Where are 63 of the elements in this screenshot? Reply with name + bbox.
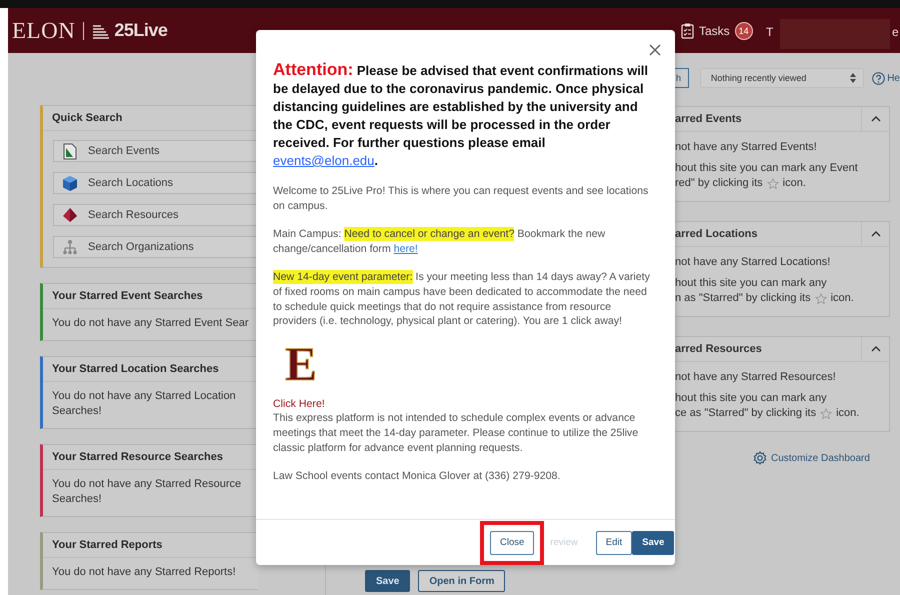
notice-text: Attention: Please be advised that event confirmations will be delayed due to the coronavirus pandemic. Once physical distancing guidelines are established by the university and the CDC, event requests will be processed in the order received. For further questions please email events@elon.edu. [273,61,650,170]
hint-text: icon. [782,176,806,191]
link[interactable]: events@elon.edu [273,153,374,168]
star-icon [766,178,779,190]
panel-title: arred Events [675,112,743,127]
hint-text: n as "Starred" by clicking its [675,291,811,306]
panel-title: arred Locations [675,227,759,242]
university-logo: E [285,342,318,387]
stripes-logo-icon [92,22,110,38]
hint-text: ce as "Starred" by clicking its [675,406,816,421]
product-logo: 25Live [114,20,168,41]
outline-button[interactable]: Edit [596,530,632,554]
hint-text: hout this site you can mark any [675,276,828,291]
customize-dashboard-link[interactable]: Customize Dashboard [753,451,900,465]
star-icon [814,292,827,304]
search-link[interactable]: Search Resources [53,204,258,226]
search-button[interactable]: h [675,68,689,88]
hint-text: icon. [836,406,860,421]
save-button[interactable]: Save [365,570,410,592]
gear-icon [753,451,767,465]
help-link[interactable]: He [872,72,900,84]
empty-message: You do not have any Starred Location Searches! [51,389,237,419]
chevron-up-icon [870,231,880,237]
search-link[interactable]: Search Organizations [53,236,258,258]
star-icon [820,408,832,420]
chevron-up-icon [870,346,880,352]
panel-title: arred Resources [675,342,763,357]
tasks-link[interactable]: Tasks [699,24,730,38]
body-text: Welcome to 25Live Pro! This is where you can request events and see locations on campus. [273,184,650,214]
help-icon [872,72,886,84]
search-link[interactable]: Search Locations [53,172,258,194]
tasks-count-badge: 14 [734,22,753,40]
cube-icon [62,174,78,192]
body-text: Law School events contact Monica Glover at (336) 279-9208. [273,469,562,484]
hint-text: hout this site you can mark any Event [675,161,859,176]
close-icon [649,44,661,56]
empty-message: not have any Starred Resources! [675,370,837,385]
body-text: New 14-day event parameter: Is your meeting less than 14 days away? A variety of fixed rooms on main campus have been dedicated to accommodate the need to schedule quick meetings that do not require assistance from resource providers (i.e. technology, physical plant or catering). You are 1 click away! [273,270,651,329]
recent-items-select[interactable]: Nothing recently viewed [700,68,864,88]
link[interactable]: here! [394,242,418,255]
empty-message: not have any Starred Locations! [675,255,832,270]
chevron-up-icon [870,116,880,122]
empty-message: You do not have any Starred Resource Searches! [51,477,242,507]
empty-message: You do not have any Starred Event Sear [51,316,250,331]
hint-text: icon. [830,291,854,306]
hint-text: red" by clicking its [675,176,763,191]
outline-button[interactable]: Close [490,530,534,554]
org-chart-icon [62,238,78,256]
user-name[interactable]: T [766,25,774,39]
diamond-icon [62,206,78,224]
document-icon [62,142,78,160]
hint-text: hout this site you can mark any [675,391,828,406]
empty-message: You do not have any Starred Reports! [51,565,237,580]
primary-button[interactable]: Save [632,530,674,554]
empty-message: not have any Starred Events! [675,140,818,155]
user-name-tail[interactable]: e [892,25,899,39]
clipboard-icon[interactable] [681,23,694,39]
search-link[interactable]: Search Events [53,140,258,162]
click-here-link[interactable]: Click Here! [273,396,657,412]
open-in-form-button[interactable]: Open in Form [418,570,506,592]
university-logo: ELON [12,18,76,44]
sort-arrows-icon [850,73,856,83]
body-text: This express platform is not intended to schedule complex events or advance meetings that meet the 14-day parameter. Please continue to utilize the 25live classic platform for advance event planning requests. [273,411,640,456]
